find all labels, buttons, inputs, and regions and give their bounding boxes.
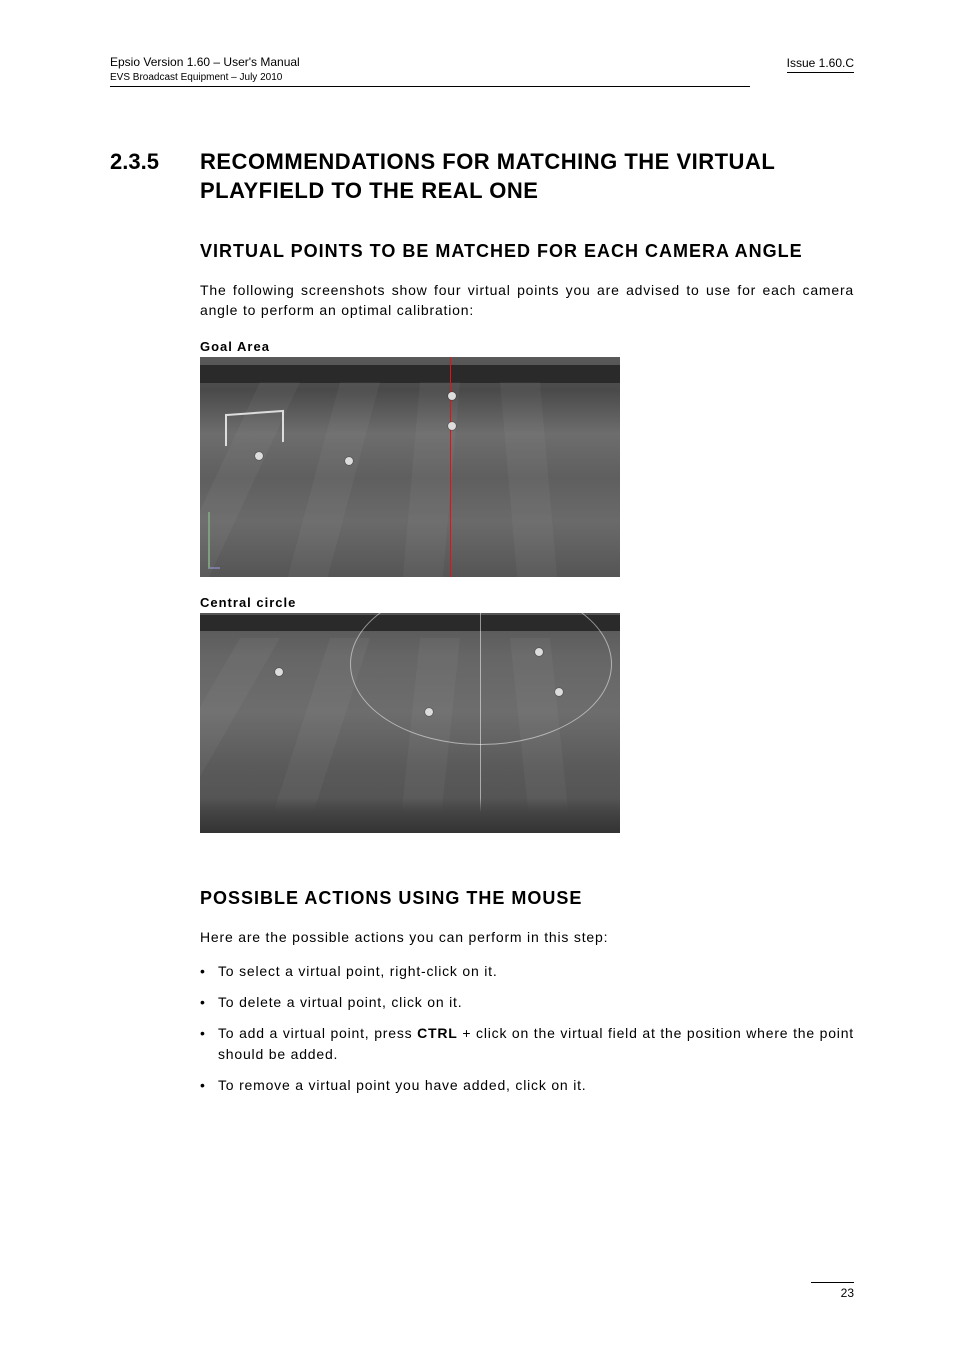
issue-label: Issue 1.60.C [787, 55, 854, 73]
screenshot-goal-area [200, 357, 620, 577]
caption-central-circle: Central circle [200, 595, 854, 610]
field-stripe [403, 382, 460, 577]
virtual-point-marker [275, 668, 283, 676]
header-left: Epsio Version 1.60 – User's Manual EVS B… [110, 55, 750, 87]
virtual-point-marker [535, 648, 543, 656]
actions-list: To select a virtual point, right-click o… [200, 961, 854, 1096]
screenshot-central-circle [200, 613, 620, 833]
field-stripe [288, 382, 380, 577]
section-title-line2: PLAYFIELD TO THE REAL ONE [200, 178, 538, 203]
subsection-title-virtual-points: VIRTUAL POINTS TO BE MATCHED FOR EACH CA… [200, 241, 854, 262]
section-heading: 2.3.5 RECOMMENDATIONS FOR MATCHING THE V… [110, 147, 854, 206]
list-item: To remove a virtual point you have added… [200, 1075, 854, 1096]
list-item: To delete a virtual point, click on it. [200, 992, 854, 1013]
list-item-text: To delete a virtual point, click on it. [218, 994, 462, 1010]
virtual-point-marker [555, 688, 563, 696]
caption-goal-area: Goal Area [200, 339, 854, 354]
intro-paragraph-2: Here are the possible actions you can pe… [200, 927, 854, 947]
vertical-guide [450, 357, 451, 577]
page-header: Epsio Version 1.60 – User's Manual EVS B… [110, 55, 854, 87]
manual-subtitle: EVS Broadcast Equipment – July 2010 [110, 71, 750, 84]
list-item: To select a virtual point, right-click o… [200, 961, 854, 982]
virtual-point-marker [448, 392, 456, 400]
section-title: RECOMMENDATIONS FOR MATCHING THE VIRTUAL… [200, 147, 854, 206]
crowd-area [200, 798, 620, 833]
page-number: 23 [811, 1282, 854, 1300]
field-stripe [200, 382, 300, 577]
header-rule [110, 86, 750, 87]
list-item-pre: To add a virtual point, press [218, 1025, 417, 1041]
list-item-text: To select a virtual point, right-click o… [218, 963, 498, 979]
virtual-point-marker [345, 457, 353, 465]
section-number: 2.3.5 [110, 147, 200, 206]
subsection-title-mouse-actions: POSSIBLE ACTIONS USING THE MOUSE [200, 888, 854, 909]
section-title-line1: RECOMMENDATIONS FOR MATCHING THE VIRTUAL [200, 149, 775, 174]
intro-paragraph-1: The following screenshots show four virt… [200, 280, 854, 321]
center-circle [350, 613, 612, 745]
list-item-bold: CTRL [417, 1025, 458, 1041]
list-item: To add a virtual point, press CTRL + cli… [200, 1023, 854, 1065]
goal-post [225, 409, 284, 445]
content-column: VIRTUAL POINTS TO BE MATCHED FOR EACH CA… [200, 241, 854, 1096]
list-item-text: To remove a virtual point you have added… [218, 1077, 587, 1093]
virtual-point-marker [448, 422, 456, 430]
manual-title: Epsio Version 1.60 – User's Manual [110, 55, 750, 71]
field-stripe [500, 382, 557, 577]
ad-board [200, 365, 620, 383]
page: Epsio Version 1.60 – User's Manual EVS B… [0, 0, 954, 1350]
virtual-point-marker [255, 452, 263, 460]
virtual-point-marker [425, 708, 433, 716]
